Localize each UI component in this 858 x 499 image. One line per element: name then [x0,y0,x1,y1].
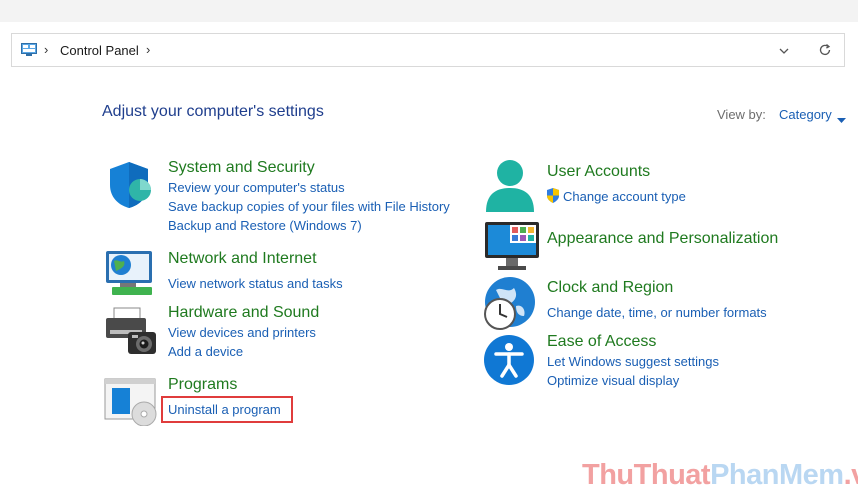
breadcrumb-control-panel[interactable]: Control Panel [60,43,139,58]
monitor-icon[interactable] [484,220,540,277]
programs-icon[interactable] [104,378,158,431]
link-network-status[interactable]: View network status and tasks [168,276,343,291]
category-programs[interactable]: Programs [168,376,237,394]
category-network-and-internet[interactable]: Network and Internet [168,250,317,268]
view-by-dropdown[interactable]: Category [779,107,832,122]
chevron-right-icon[interactable]: › [146,42,150,57]
page-title: Adjust your computer's settings [102,103,324,120]
network-globe-icon[interactable] [104,247,154,302]
shield-icon[interactable] [104,160,154,215]
link-backup-restore[interactable]: Backup and Restore (Windows 7) [168,218,362,233]
caret-down-icon[interactable] [837,111,846,129]
chevron-down-icon[interactable] [778,44,790,62]
refresh-icon[interactable] [818,43,832,62]
printer-camera-icon[interactable] [104,304,158,363]
link-change-account-type[interactable]: Change account type [563,189,686,204]
category-clock-and-region[interactable]: Clock and Region [547,279,673,297]
address-bar[interactable]: › Control Panel › [11,33,845,67]
watermark-part2: PhanMem [710,459,844,491]
control-panel-icon [21,43,37,62]
chevron-right-icon[interactable]: › [44,42,48,57]
watermark-part3: .vn [843,459,858,491]
category-appearance-personalization[interactable]: Appearance and Personalization [547,230,778,248]
view-by-label: View by: [717,107,766,122]
link-windows-suggest[interactable]: Let Windows suggest settings [547,354,719,369]
watermark-part1: ThuThuat [582,459,711,491]
link-date-time-formats[interactable]: Change date, time, or number formats [547,305,767,320]
category-hardware-and-sound[interactable]: Hardware and Sound [168,304,319,322]
uac-shield-icon [546,188,560,208]
title-strip [0,0,858,22]
user-accounts-icon[interactable] [484,158,536,219]
category-system-and-security[interactable]: System and Security [168,159,315,177]
highlight-box [161,396,293,423]
clock-globe-icon[interactable] [482,276,538,337]
category-ease-of-access[interactable]: Ease of Access [547,333,656,351]
ease-of-access-icon[interactable] [483,334,537,393]
link-file-history[interactable]: Save backup copies of your files with Fi… [168,199,450,214]
link-add-device[interactable]: Add a device [168,344,243,359]
link-optimize-display[interactable]: Optimize visual display [547,373,679,388]
link-devices-printers[interactable]: View devices and printers [168,325,316,340]
category-user-accounts[interactable]: User Accounts [547,163,650,181]
link-review-status[interactable]: Review your computer's status [168,180,345,195]
watermark: ThuThuatPhanMem.vn [582,459,858,492]
